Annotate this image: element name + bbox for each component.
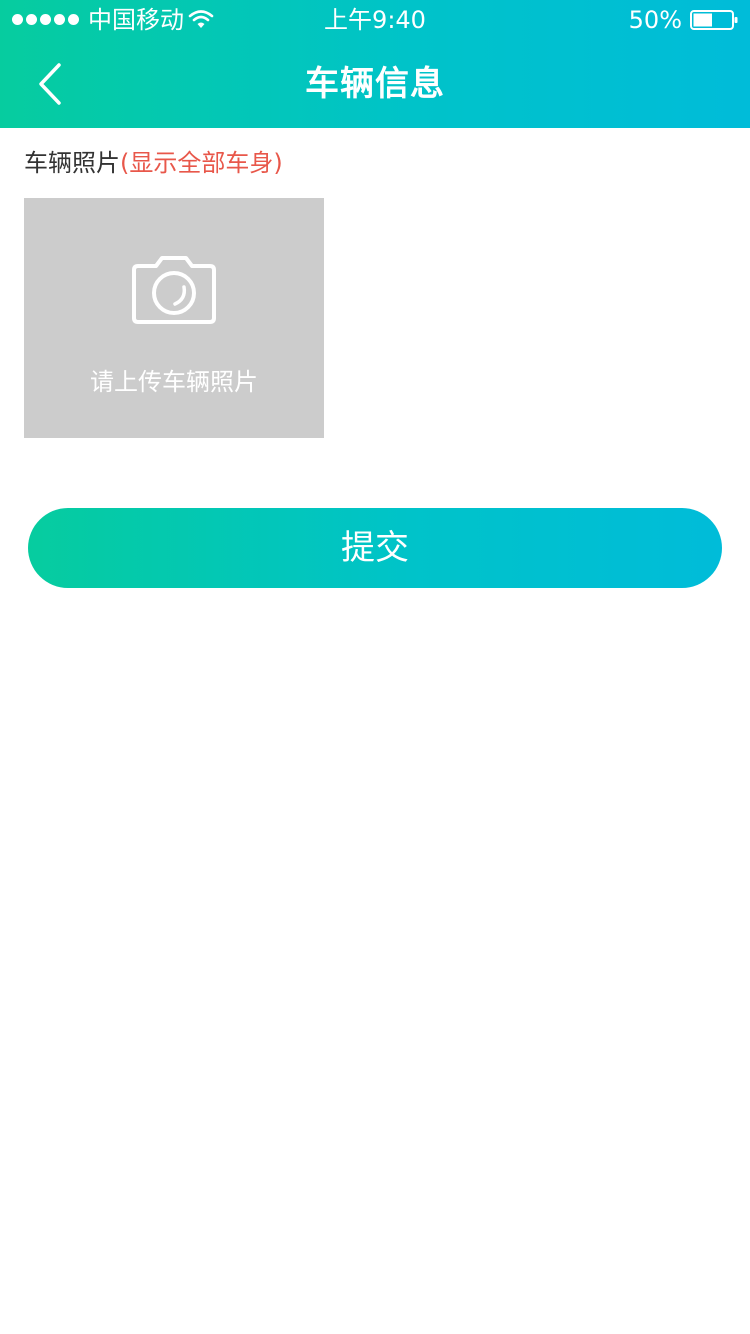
vehicle-photo-label: 车辆照片(显示全部车身) bbox=[24, 146, 283, 180]
back-button[interactable] bbox=[20, 54, 80, 114]
vehicle-photo-label-text: 车辆照片 bbox=[24, 149, 120, 177]
vehicle-photo-upload[interactable]: 请上传车辆照片 bbox=[24, 198, 324, 438]
full-body-hint: (显示全部车身) bbox=[120, 149, 283, 177]
battery-fill bbox=[693, 13, 712, 27]
navigation-bar: 车辆信息 bbox=[0, 40, 750, 128]
status-bar: 中国移动 上午9:40 50% bbox=[0, 0, 750, 40]
vehicle-info-screen: 中国移动 上午9:40 50% 车辆信息 车辆照片(显示全部车身) 请上传车辆照… bbox=[0, 0, 750, 1334]
chevron-left-icon bbox=[39, 63, 61, 105]
page-title: 车辆信息 bbox=[305, 64, 445, 104]
submit-button[interactable]: 提交 bbox=[28, 508, 722, 588]
camera-icon bbox=[132, 256, 216, 324]
upload-prompt: 请上传车辆照片 bbox=[90, 368, 258, 396]
battery-icon bbox=[690, 10, 738, 30]
header: 中国移动 上午9:40 50% 车辆信息 bbox=[0, 0, 750, 128]
battery-percentage: 50% bbox=[628, 6, 682, 34]
